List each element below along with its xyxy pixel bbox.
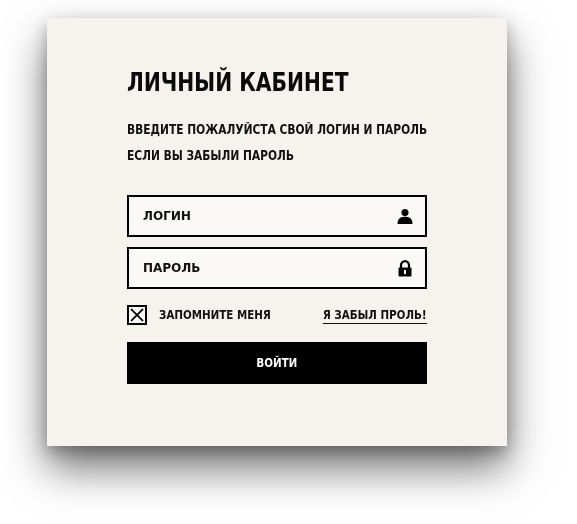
login-field [127, 195, 427, 237]
login-button-label: ВОЙТИ [256, 356, 298, 370]
forgot-password-link[interactable]: Я ЗАБЫЛ ПРОЛЬ! [323, 308, 427, 324]
login-button[interactable]: ВОЙТИ [127, 342, 427, 384]
remember-me[interactable]: ЗАПОМНИТЕ МЕНЯ [127, 305, 289, 325]
lock-icon [397, 260, 413, 277]
page-title: ЛИЧНЫЙ КАБИНЕТ [127, 68, 349, 98]
password-field [127, 247, 427, 289]
instructions-line-2: ЕСЛИ ВЫ ЗАБЫЛИ ПАРОЛЬ [127, 149, 294, 164]
remember-me-label: ЗАПОМНИТЕ МЕНЯ [159, 308, 271, 322]
checkbox-x-icon [130, 308, 144, 322]
login-card: ЛИЧНЫЙ КАБИНЕТ ВВЕДИТЕ ПОЖАЛУЙСТА СВОЙ Л… [47, 18, 507, 446]
login-input[interactable] [129, 197, 383, 235]
instructions-line-1: ВВЕДИТЕ ПОЖАЛУЙСТА СВОЙ ЛОГИН И ПАРОЛЬ [127, 123, 428, 138]
remember-me-checkbox[interactable] [127, 305, 147, 325]
password-input[interactable] [129, 249, 383, 287]
user-icon [397, 208, 413, 224]
